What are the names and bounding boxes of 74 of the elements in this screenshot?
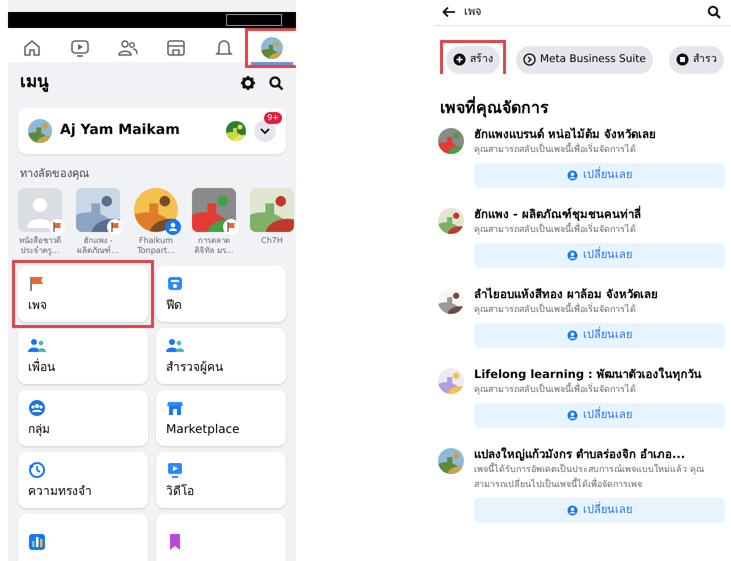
banner-button[interactable] <box>226 14 282 26</box>
video-icon <box>69 37 91 59</box>
menu-card[interactable]: สำรวจผู้คน <box>156 328 286 384</box>
menu-card[interactable]: ฟีด <box>156 266 286 322</box>
feed-icon <box>166 274 184 292</box>
switch-button[interactable]: เปลี่ยนเลย <box>474 242 725 268</box>
menu-card[interactable]: Marketplace <box>156 390 286 446</box>
page-description: คุณสามารถสลับเป็นเพจนี้เพื่อเริ่มจัดการได้ <box>474 222 637 236</box>
switch-icon <box>567 330 578 340</box>
plus-icon <box>453 53 466 66</box>
switch-button[interactable]: เปลี่ยนเลย <box>474 498 725 522</box>
account-switch-button[interactable] <box>254 120 276 142</box>
people-icon <box>166 336 184 354</box>
switch-button[interactable]: เปลี่ยนเลย <box>474 162 725 188</box>
page-description: คุณสามารถสลับเป็นเพจนี้เพื่อเริ่มจัดการได้ <box>474 382 637 396</box>
menu-card[interactable] <box>18 514 148 561</box>
shortcut-item[interactable]: หนังสือชาวดี ประจำครู... <box>16 188 64 256</box>
page-description: คุณสามารถสลับเป็นเพจนี้เพื่อเริ่มจัดการได้ <box>474 142 637 156</box>
chart-icon <box>28 533 46 551</box>
page-name: ฮักแพงแบรนด์ หน่อไม้ต้ม จังหวัดเลย <box>474 126 658 142</box>
menu-card[interactable] <box>156 514 286 561</box>
shortcut-item[interactable]: Fhaikum Tonpart... <box>132 188 180 256</box>
menu-card[interactable]: กลุ่ม <box>18 390 148 446</box>
page-name: ลำไยอบแห้งสีทอง ผาล้อม จังหวัดเลย <box>474 286 660 302</box>
page-name: แปลงใหญ่แก้วมังกร ตำบลร่องจิก อำเภอ... <box>474 446 686 461</box>
shortcut-item[interactable]: Ch7H <box>248 188 296 256</box>
search-icon[interactable] <box>268 74 284 91</box>
settings-icon[interactable] <box>240 74 256 91</box>
video-icon <box>166 460 184 478</box>
home-icon <box>21 37 43 59</box>
clock-icon <box>28 460 46 478</box>
filter-chip[interactable]: สร้าง <box>446 46 500 74</box>
shortcut-label: หนังสือชาวดี ประจำครู... <box>18 236 62 256</box>
switch-button[interactable]: เปลี่ยนเลย <box>474 402 725 428</box>
shortcut-label: ฮักแพง - ผลิตภัณฑ์... <box>76 236 120 256</box>
people-icon <box>165 219 181 235</box>
page-name: ฮักแพง - ผลิตภัณฑ์ชุมชนคนท่าลี่ <box>474 206 642 222</box>
page-name: Lifelong learning : พัฒนาตัวเองในทุกวัน <box>474 366 703 382</box>
flag-icon <box>223 219 239 235</box>
switch-icon <box>567 170 578 180</box>
switch-button[interactable]: เปลี่ยนเลย <box>474 322 725 348</box>
profile-name: Aj Yam Maikam <box>60 121 181 140</box>
search-icon[interactable] <box>707 5 721 20</box>
menu-title: เมนู <box>20 71 50 94</box>
page-title: เพจ <box>464 4 482 20</box>
page-description: คุณสามารถสลับเป็นเพจนี้เพื่อเริ่มจัดการได้ <box>474 302 637 316</box>
menu-card[interactable]: เพจ <box>18 266 148 322</box>
flag-icon <box>49 219 65 235</box>
page-description: เพจนี้ได้รับการอัพเดตเป็นประสบการณ์เพจแบบใหม่แล้ว คุณสามารถเปลี่ยนไปเป็นเพจนี้ได้เพื่อจัดการเพจ <box>474 462 725 492</box>
section-title: ทางลัดของคุณ <box>19 166 90 182</box>
switch-icon <box>567 250 578 260</box>
notification-badge: 9+ <box>264 112 282 124</box>
profile-card[interactable]: Aj Yam Maikam 9+ <box>18 108 286 154</box>
people-icon <box>28 336 46 354</box>
shortcut-label: Ch7H <box>260 236 284 246</box>
chevron-icon <box>260 126 270 134</box>
filter-chip[interactable]: สำรว <box>668 46 724 74</box>
menu-card[interactable]: เพื่อน <box>18 328 148 384</box>
store-icon <box>165 37 187 59</box>
shortcut-label: Fhaikum Tonpart... <box>136 236 176 256</box>
back-icon[interactable] <box>442 6 456 18</box>
switch-icon <box>567 410 578 420</box>
group-icon <box>28 398 46 416</box>
person-icon <box>18 188 62 232</box>
shortcut-item[interactable]: การตลาด ดิจิทัล มร... <box>190 188 238 256</box>
flag-icon <box>107 219 123 235</box>
flag-icon <box>28 274 46 292</box>
menu-card[interactable]: วิดีโอ <box>156 452 286 508</box>
menu-card[interactable]: ความทรงจำ <box>18 452 148 508</box>
switch-icon <box>567 504 578 516</box>
shortcut-item[interactable]: ฮักแพง - ผลิตภัณฑ์... <box>74 188 122 256</box>
section-title: เพจที่คุณจัดการ <box>439 95 550 120</box>
shortcut-label: การตลาด ดิจิทัล มร... <box>193 236 235 256</box>
filter-chip[interactable]: Meta Business Suite <box>516 46 653 74</box>
